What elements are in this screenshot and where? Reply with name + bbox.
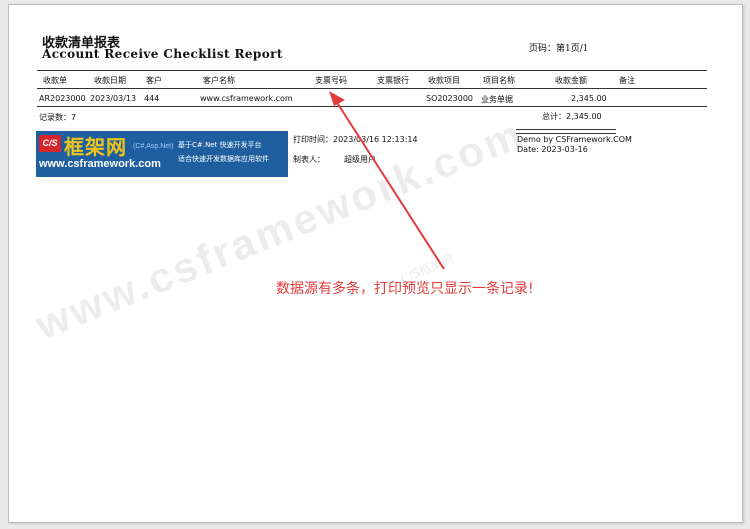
annotation-text: 数据源有多条，打印预览只显示一条记录!	[276, 281, 534, 297]
annotation-arrow	[329, 91, 445, 270]
report-page: 收款清单报表 Account Receive Checklist Report …	[8, 4, 743, 523]
